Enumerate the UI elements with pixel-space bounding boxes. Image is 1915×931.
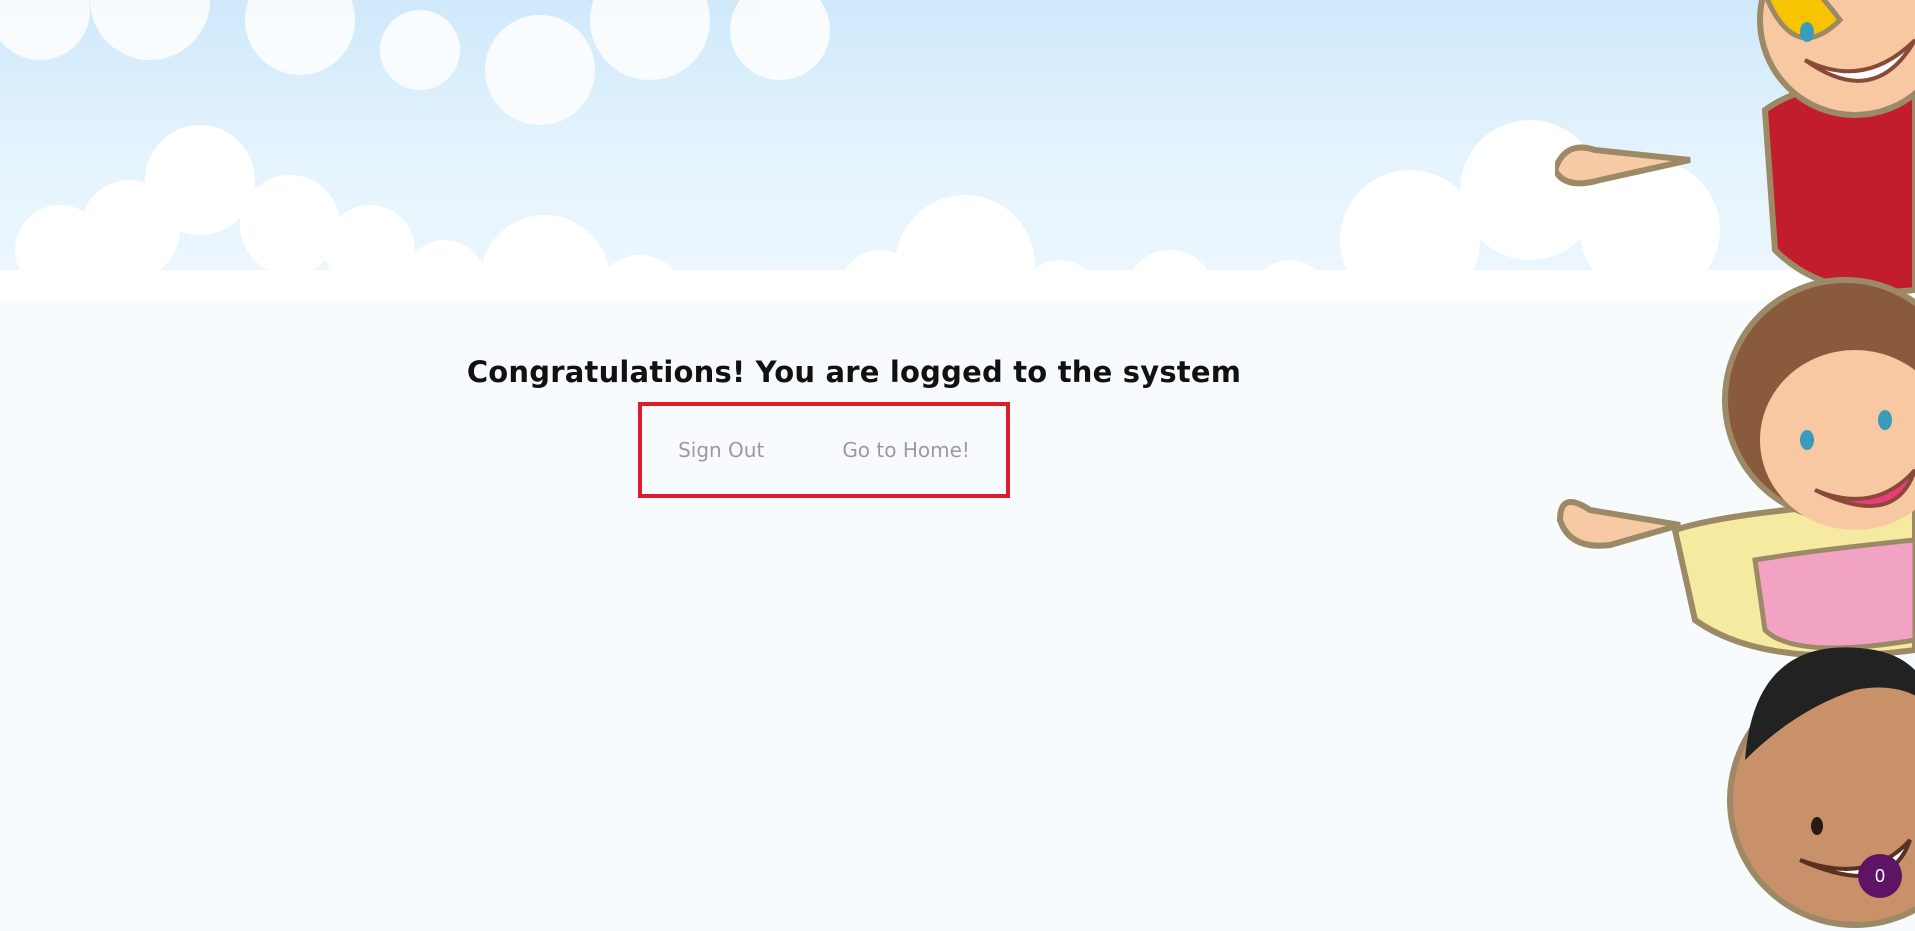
go-home-button[interactable]: Go to Home!: [842, 438, 970, 462]
notification-badge[interactable]: 0: [1858, 854, 1902, 898]
waving-kids-illustration: [1555, 0, 1915, 928]
action-buttons-group: Sign Out Go to Home!: [638, 402, 1010, 498]
page-title: Congratulations! You are logged to the s…: [466, 355, 1242, 389]
main-content: Congratulations! You are logged to the s…: [0, 352, 1708, 392]
sign-out-button[interactable]: Sign Out: [678, 438, 764, 462]
